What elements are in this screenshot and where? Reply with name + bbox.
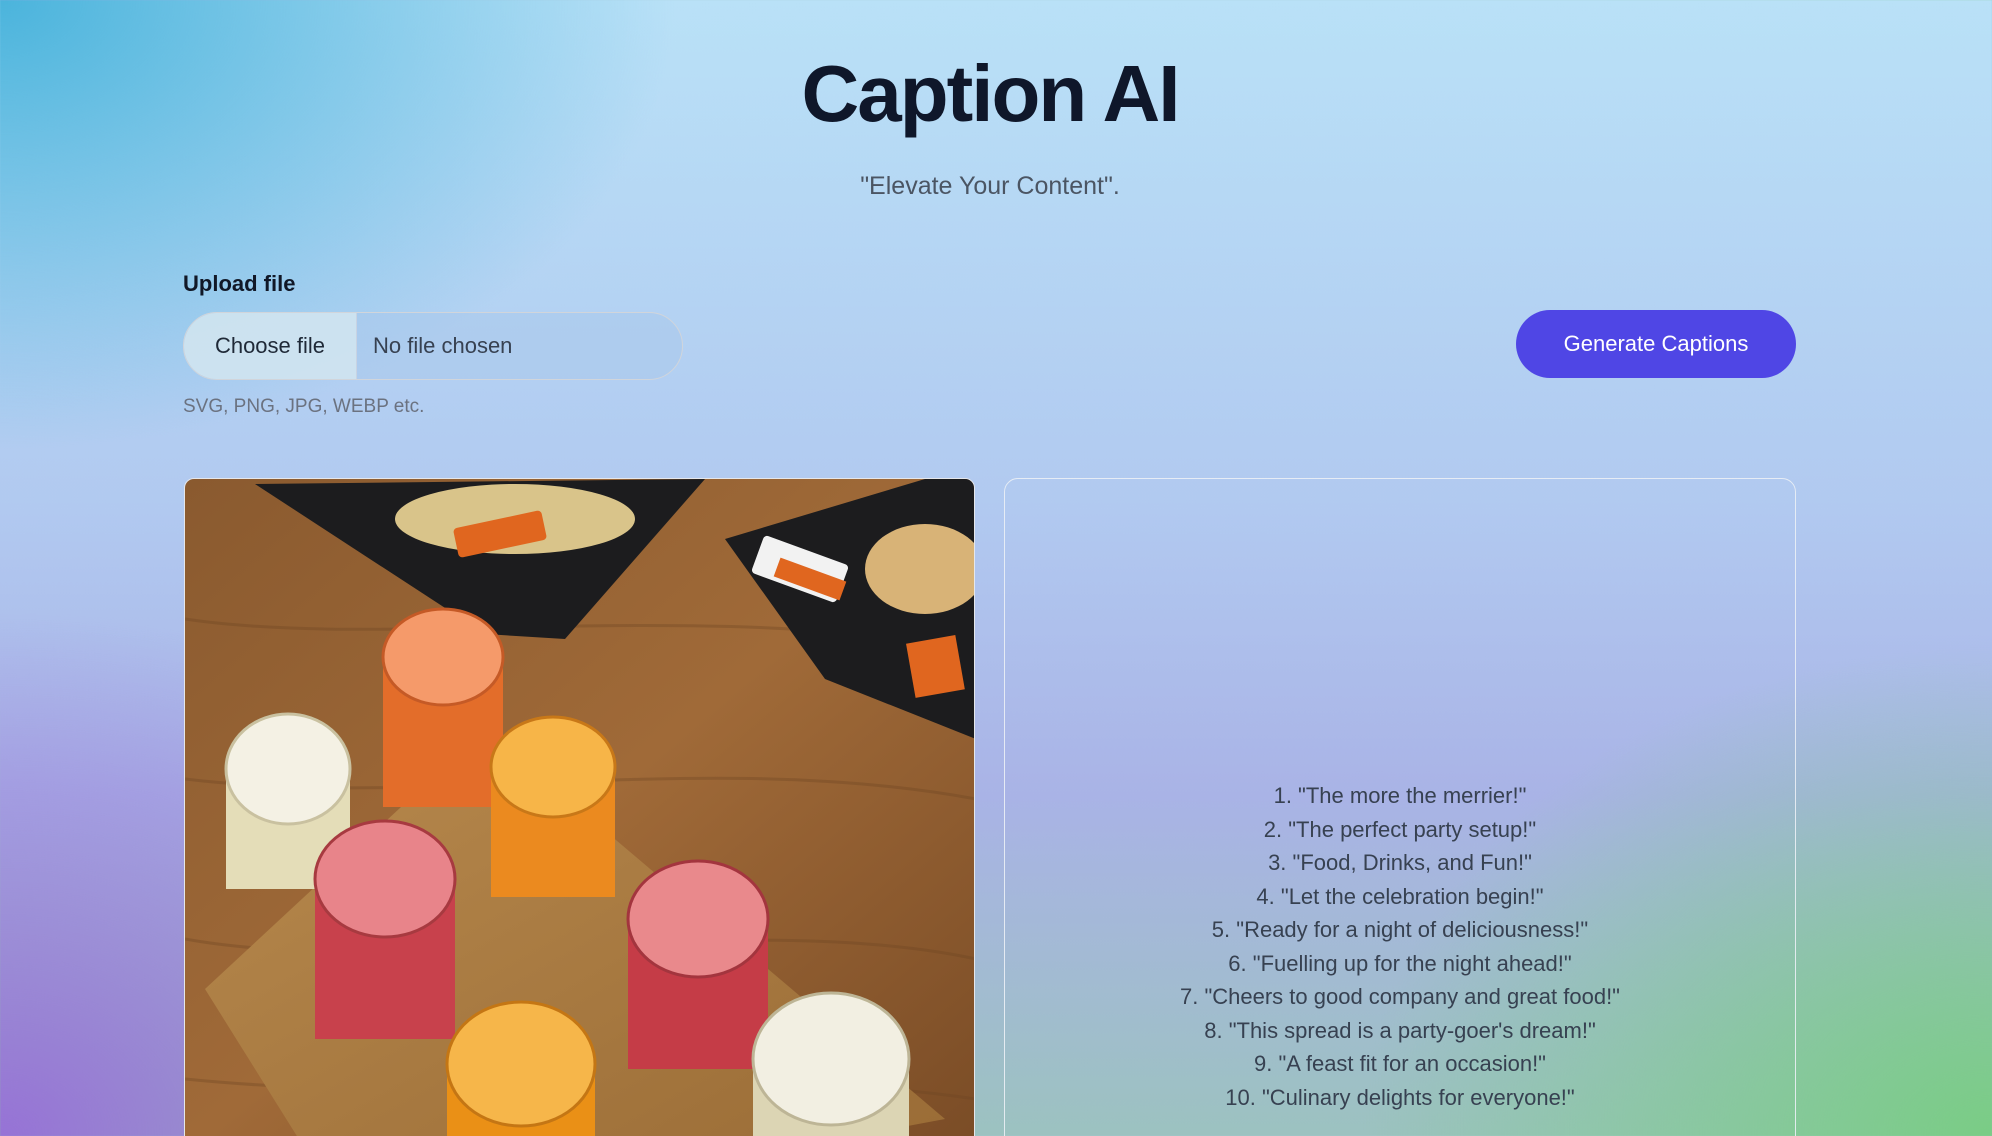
caption-item: 10. "Culinary delights for everyone!" <box>1225 1084 1575 1110</box>
caption-item: 5. "Ready for a night of deliciousness!" <box>1211 917 1589 942</box>
caption-item: 4. "Let the celebration begin!" <box>1256 883 1544 909</box>
caption-item: 1. "The more the merrier!" <box>1273 783 1527 808</box>
caption-list: 1. "The more the merrier!" 2. "The perfe… <box>1005 779 1795 1114</box>
caption-item: 7. "Cheers to good company and great foo… <box>1179 984 1620 1009</box>
file-input[interactable]: Choose file No file chosen <box>183 312 683 380</box>
file-format-hint: SVG, PNG, JPG, WEBP etc. <box>183 396 425 417</box>
upload-label: Upload file <box>183 271 296 296</box>
choose-file-button[interactable]: Choose file <box>184 313 357 379</box>
captions-panel: 1. "The more the merrier!" 2. "The perfe… <box>1004 478 1796 1136</box>
food-drinks-photo <box>185 479 974 1136</box>
file-status-text: No file chosen <box>373 333 513 358</box>
caption-item: 8. "This spread is a party-goer's dream!… <box>1204 1017 1596 1043</box>
app-title: Caption AI <box>801 49 1181 138</box>
caption-item: 6. "Fuelling up for the night ahead!" <box>1228 950 1572 976</box>
app-tagline: "Elevate Your Content". <box>860 172 1120 200</box>
uploaded-image-preview <box>184 478 975 1136</box>
caption-item: 2. "The perfect party setup!" <box>1263 816 1537 842</box>
caption-item: 9. "A feast fit for an occasion!" <box>1254 1051 1546 1076</box>
caption-item: 3. "Food, Drinks, and Fun!" <box>1268 850 1532 875</box>
generate-captions-button[interactable]: Generate Captions <box>1516 310 1796 378</box>
